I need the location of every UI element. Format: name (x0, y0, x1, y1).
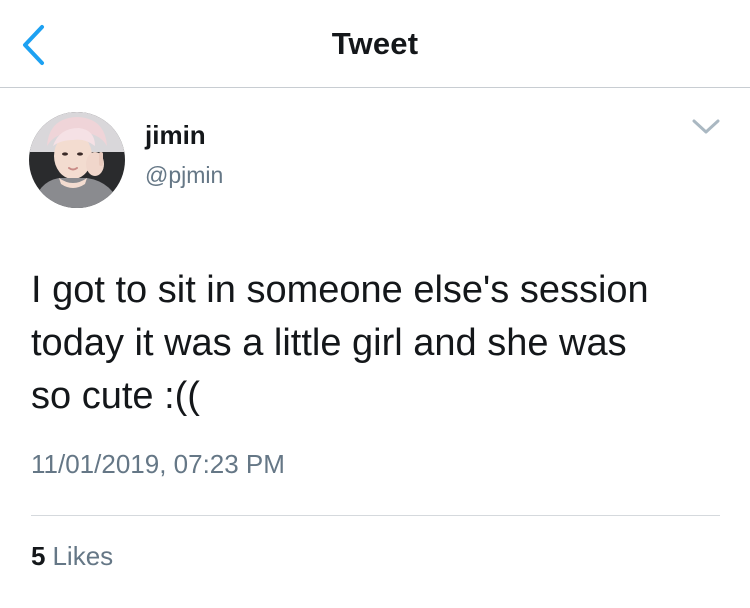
likes-stat[interactable]: 5 Likes (31, 541, 113, 572)
likes-count: 5 (31, 541, 46, 571)
divider (31, 515, 720, 516)
profile-photo (29, 112, 125, 208)
avatar[interactable] (29, 112, 125, 208)
author-display-name[interactable]: jimin (145, 120, 206, 151)
author-handle[interactable]: @pjmin (145, 162, 223, 189)
tweet-author-header: jimin @pjmin (0, 88, 750, 228)
tweet-timestamp: 11/01/2019, 07:23 PM (31, 449, 285, 479)
more-options-button[interactable] (684, 112, 728, 142)
chevron-down-icon (692, 119, 720, 134)
page-title: Tweet (331, 26, 419, 61)
likes-label: Likes (52, 541, 114, 571)
navigation-bar: Tweet (0, 0, 750, 88)
tweet-text: I got to sit in someone else's session t… (31, 269, 649, 417)
